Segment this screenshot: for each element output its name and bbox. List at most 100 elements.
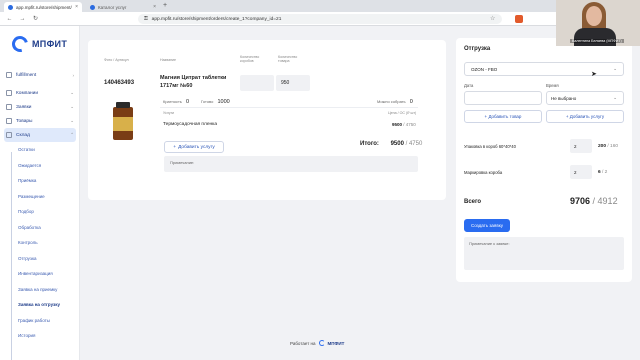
boxes-qty-input[interactable] xyxy=(240,75,274,91)
browser-tab-active[interactable]: app.mpfit.ru/store/shipment/orders/creat… xyxy=(4,2,82,12)
sidebar-subitem[interactable]: Приёмка xyxy=(0,173,80,189)
webcam-overlay: Валентина Беляева (МПФИТ) xyxy=(556,0,640,46)
box-icon xyxy=(6,72,12,78)
sidebar-subitem[interactable]: График работы xyxy=(0,313,80,329)
product-total: Итого: 9500 / 4750 xyxy=(360,141,422,147)
product-card: Фото / Артикул Название Количество короб… xyxy=(88,40,446,200)
url-text: app.mpfit.ru/store/shipment/orders/creat… xyxy=(151,16,282,22)
time-select[interactable]: Не выбрано ⌄ xyxy=(546,91,624,105)
header-goods-qty: Количество товара xyxy=(278,55,298,63)
multiplicity: Кратность 0 xyxy=(163,99,189,105)
chevron-down-icon: ⌄ xyxy=(613,66,617,71)
close-icon[interactable]: × xyxy=(75,4,78,10)
bookmark-icon[interactable]: ☆ xyxy=(490,15,495,22)
presenter-name: Валентина Беляева (МПФИТ) xyxy=(570,39,624,43)
logo[interactable]: МПФИТ xyxy=(9,33,67,55)
ready-value: 1000 xyxy=(217,99,230,105)
add-goods-button[interactable]: + Добавить товар xyxy=(464,110,542,123)
sidebar-item-goods[interactable]: Товары ⌄ xyxy=(0,114,80,128)
order-note-field[interactable]: Примечание к заявке: xyxy=(464,237,624,270)
sidebar-subitem-current[interactable]: Заявка на отгрузку xyxy=(0,297,80,313)
favicon-icon xyxy=(8,4,13,10)
service-price-of: / 4750 xyxy=(403,122,416,127)
can-collect-label: Можно собрать xyxy=(377,99,406,104)
sidebar-subitem[interactable]: Остатки xyxy=(0,142,80,158)
sidebar-item-label: Склад xyxy=(16,132,30,138)
total-label: Итого: xyxy=(360,141,379,147)
chevron-down-icon: ⌄ xyxy=(613,95,617,100)
sidebar-subitem[interactable]: Контроль xyxy=(0,235,80,251)
grand-total-value: 9706 xyxy=(570,196,591,206)
ready: Готово 1000 xyxy=(201,99,230,105)
price-header: Цена / ОС (₽ шт) xyxy=(388,111,417,115)
create-order-button[interactable]: Создать заявку xyxy=(464,219,510,232)
chevron-right-icon: › xyxy=(72,72,75,78)
add-service-button[interactable]: + Добавить услугу xyxy=(164,141,224,153)
sidebar: МПФИТ fulfillment › Компании ⌄ Заявки ⌄ … xyxy=(0,26,80,360)
back-icon[interactable]: ← xyxy=(6,16,13,22)
sidebar-subitem[interactable]: Обработка xyxy=(0,220,80,236)
service-price-value: 9500 xyxy=(392,122,403,127)
service-price: 9500 / 4750 xyxy=(392,122,416,127)
product-name: Магния Цитрат таблетки 1717мг №60 xyxy=(160,75,227,89)
total-value: 9500 xyxy=(390,141,404,147)
extension-icon[interactable] xyxy=(515,15,523,23)
add-service-label: Добавить услугу xyxy=(178,144,215,150)
sidebar-subitem[interactable]: Отгрузка xyxy=(0,251,80,267)
pack-total: 6 / 2 xyxy=(598,170,624,175)
lock-icon: ⚿ xyxy=(144,17,148,22)
date-label: Дата xyxy=(464,83,474,88)
sidebar-item-warehouse[interactable]: Склад ⌃ xyxy=(4,128,76,142)
product-article: 140463493 xyxy=(104,80,135,86)
sidebar-item-companies[interactable]: Компании ⌄ xyxy=(0,86,80,100)
pack-qty-input[interactable]: 2 xyxy=(570,139,592,153)
add-service-label: Добавить услугу xyxy=(569,114,605,119)
url-field[interactable]: ⚿ app.mpfit.ru/store/shipment/orders/cre… xyxy=(138,14,502,24)
grand-total-label: Всего xyxy=(464,199,482,205)
sidebar-subitem[interactable]: Размещение xyxy=(0,189,80,205)
product-label xyxy=(113,117,133,131)
browser-tab-bar: app.mpfit.ru/store/shipment/orders/creat… xyxy=(0,0,640,12)
footer-text: Работает на xyxy=(290,340,316,346)
chevron-down-icon: ⌄ xyxy=(70,118,74,123)
add-service-button[interactable]: + Добавить услугу xyxy=(546,110,624,123)
ready-label: Готово xyxy=(201,99,214,104)
chevron-down-icon: ⌄ xyxy=(70,104,74,109)
new-tab-icon[interactable]: + xyxy=(163,2,167,9)
can-collect: Можно собрать 0 xyxy=(377,99,413,105)
sidebar-item-orders[interactable]: Заявки ⌄ xyxy=(0,100,80,114)
goods-qty-input[interactable]: 950 xyxy=(276,75,310,91)
sidebar-subitem[interactable]: Ожидается xyxy=(0,158,80,174)
product-lid xyxy=(116,102,130,108)
sidebar-item-fulfillment[interactable]: fulfillment › xyxy=(0,68,80,82)
tab-title: Каталог услуг xyxy=(98,4,127,10)
time-label: Время xyxy=(546,83,559,88)
sidebar-subitem[interactable]: Подбор xyxy=(0,204,80,220)
date-input[interactable] xyxy=(464,91,542,105)
sidebar-subitem[interactable]: История xyxy=(0,328,80,344)
sidebar-subitem[interactable]: Заявка на приемку xyxy=(0,282,80,298)
footer-logo-icon xyxy=(318,340,325,346)
footer-brand: МПФИТ xyxy=(327,340,345,346)
multiplicity-value: 0 xyxy=(186,99,190,105)
reload-icon[interactable]: ↻ xyxy=(32,15,39,22)
close-icon[interactable]: × xyxy=(153,4,156,10)
order-note-placeholder: Примечание к заявке: xyxy=(469,241,510,246)
pack-total-value: 6 xyxy=(598,169,601,175)
mouse-cursor-icon: ➤ xyxy=(591,71,597,78)
shipment-title: Отгрузка xyxy=(464,46,491,52)
marketplace-select[interactable]: OZON - FBO ⌄ xyxy=(464,62,624,76)
grand-total: 9706 / 4912 xyxy=(570,196,618,206)
sidebar-subitem[interactable]: Инвентаризация xyxy=(0,266,80,282)
submenu-line xyxy=(11,152,12,360)
forward-icon[interactable]: → xyxy=(19,16,26,22)
goods-icon xyxy=(6,118,12,124)
add-goods-label: Добавить товар xyxy=(488,114,522,119)
browser-tab[interactable]: Каталог услуг × xyxy=(86,2,160,12)
pack-qty-input[interactable]: 2 xyxy=(570,165,592,179)
services-header: Услуги xyxy=(163,111,175,115)
logo-mark-icon xyxy=(9,33,31,55)
product-note-field[interactable]: Примечание: xyxy=(164,156,418,172)
chevron-down-icon: ⌄ xyxy=(70,90,74,95)
pack-name: Маркировка короба xyxy=(464,169,503,175)
